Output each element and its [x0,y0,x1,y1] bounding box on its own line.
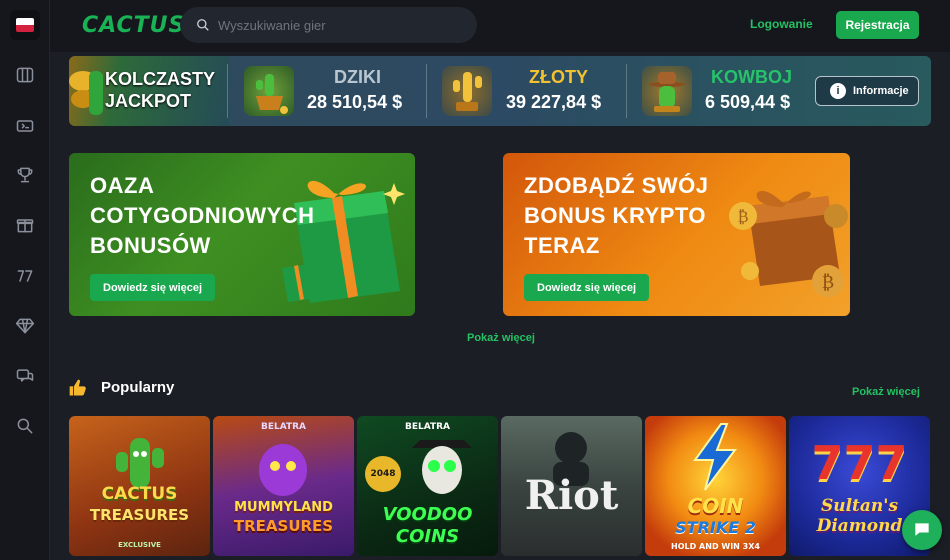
promo-banner-weekly-bonus[interactable]: OAZA COTYGODNIOWYCH BONUSÓW Dowiedz się … [69,153,415,316]
skull-character-icon [412,440,472,494]
promo-title-line: COTYGODNIOWYCH [90,203,315,228]
crypto-chest-illustration: ₿ ₿ [729,190,848,297]
poland-flag-icon [16,18,34,32]
jackpot-value-wild: 28 510,54 $ [307,92,403,112]
cactus-pot-icon [244,66,294,116]
search-icon [197,19,209,31]
divider [426,64,427,118]
game-title-line1: Sultan's [820,496,899,516]
info-button-label: Informacje [853,85,909,97]
game-tile-riot[interactable]: Riot [501,416,642,556]
game-badge: EXCLUSIVE [118,541,161,549]
sevens-slot-icon[interactable] [13,264,37,288]
svg-text:₿: ₿ [737,207,748,226]
promo-title: OAZA COTYGODNIOWYCH BONUSÓW [90,171,315,261]
jackpot-title: KOLCZASTY JACKPOT [105,68,215,112]
svg-text:₿: ₿ [822,272,834,293]
promo-title-line: BONUSÓW [90,233,211,258]
game-tile-mummyland-treasures[interactable]: BELATRA MUMMYLAND TREASURES [213,416,354,556]
promo-title-line: BONUS KRYPTO [524,203,707,228]
promo-title-line: ZDOBĄDŹ SWÓJ [524,173,709,198]
cactus-character-icon [116,438,164,488]
slots-icon[interactable] [13,63,37,87]
jackpot-info-button[interactable]: i Informacje [815,76,919,106]
game-tile-cactus-treasures[interactable]: CACTUS TREASURES EXCLUSIVE [69,416,210,556]
coin-stack-icon [69,71,103,115]
game-tile-coin-strike-2[interactable]: COIN STRIKE 2 HOLD AND WIN 3X4 [645,416,786,556]
search-bar[interactable] [180,7,477,43]
diamond-icon[interactable] [13,314,37,338]
jackpot-header: KOLCZASTY JACKPOT [69,56,229,126]
divider [626,64,627,118]
jackpot-value-gold: 39 227,84 $ [506,92,602,112]
search-input[interactable] [218,17,458,33]
game-badge: 2048 [370,469,396,479]
game-title-line1: VOODOO [382,504,473,525]
chat-bubble-icon [915,523,929,536]
promos-show-more-link[interactable]: Pokaż więcej [467,332,535,344]
trophy-icon[interactable] [13,163,37,187]
promo-title-line: OAZA [90,173,155,198]
thumbs-up-icon [68,378,88,403]
sidebar [0,0,50,560]
gold-cactus-icon [442,66,492,116]
game-title-line2: STRIKE 2 [675,518,756,537]
game-badge: 777 [811,436,908,490]
promo-banner-crypto-bonus[interactable]: ₿ ₿ ZDOBĄDŹ SWÓJ BONUS KRYPTO TERAZ Dowi… [503,153,850,316]
top-bar: CACTUS Logowanie Rejestracja [50,0,950,52]
jackpot-title-line2: JACKPOT [105,91,192,111]
cowboy-cactus-icon [642,66,692,116]
divider [227,64,228,118]
game-title-line2: TREASURES [233,517,334,535]
promo-title-line: TERAZ [524,233,600,258]
mummy-character-icon [259,444,307,496]
jackpot-name-wild: DZIKI [334,67,381,87]
popular-section-title: Popularny [101,379,175,396]
game-title-line1: MUMMYLAND [234,500,333,515]
jackpot-name-cowboy: KOWBOJ [711,67,792,87]
cactus-logo[interactable]: CACTUS [82,13,185,38]
game-provider: BELATRA [260,422,307,432]
learn-more-button[interactable]: Dowiedz się więcej [90,274,216,301]
game-title-line2: TREASURES [89,506,190,524]
lightning-bolt-icon [693,423,737,491]
ticket-icon[interactable] [13,114,37,138]
popular-show-more-link[interactable]: Pokaż więcej [852,386,920,398]
live-chat-button[interactable] [902,510,942,550]
chat-bubbles-icon[interactable] [13,364,37,388]
search-icon[interactable] [13,414,37,438]
jackpot-name-gold: ZŁOTY [529,67,588,87]
game-badge: HOLD AND WIN 3X4 [671,542,760,551]
gift-box-icon[interactable] [13,213,37,237]
learn-more-button[interactable]: Dowiedz się więcej [524,274,650,301]
jackpot-title-line1: KOLCZASTY [105,69,215,89]
jackpot-value-cowboy: 6 509,44 $ [705,92,791,112]
language-flag-button[interactable] [10,10,40,40]
game-title-line1: COIN [687,494,744,518]
info-icon: i [830,83,846,99]
game-tile-voodoo-coins[interactable]: BELATRA 2048 VOODOO COINS [357,416,498,556]
register-button[interactable]: Rejestracja [836,11,919,39]
game-title-line2: COINS [395,526,460,547]
jackpot-banner: KOLCZASTY JACKPOT DZIKI 28 510,54 $ ZŁOT… [69,56,931,126]
promo-title: ZDOBĄDŹ SWÓJ BONUS KRYPTO TERAZ [524,171,708,261]
login-button[interactable]: Logowanie [750,17,813,31]
game-title-line1: Riot [524,472,619,519]
game-title-line1: CACTUS [101,484,178,504]
